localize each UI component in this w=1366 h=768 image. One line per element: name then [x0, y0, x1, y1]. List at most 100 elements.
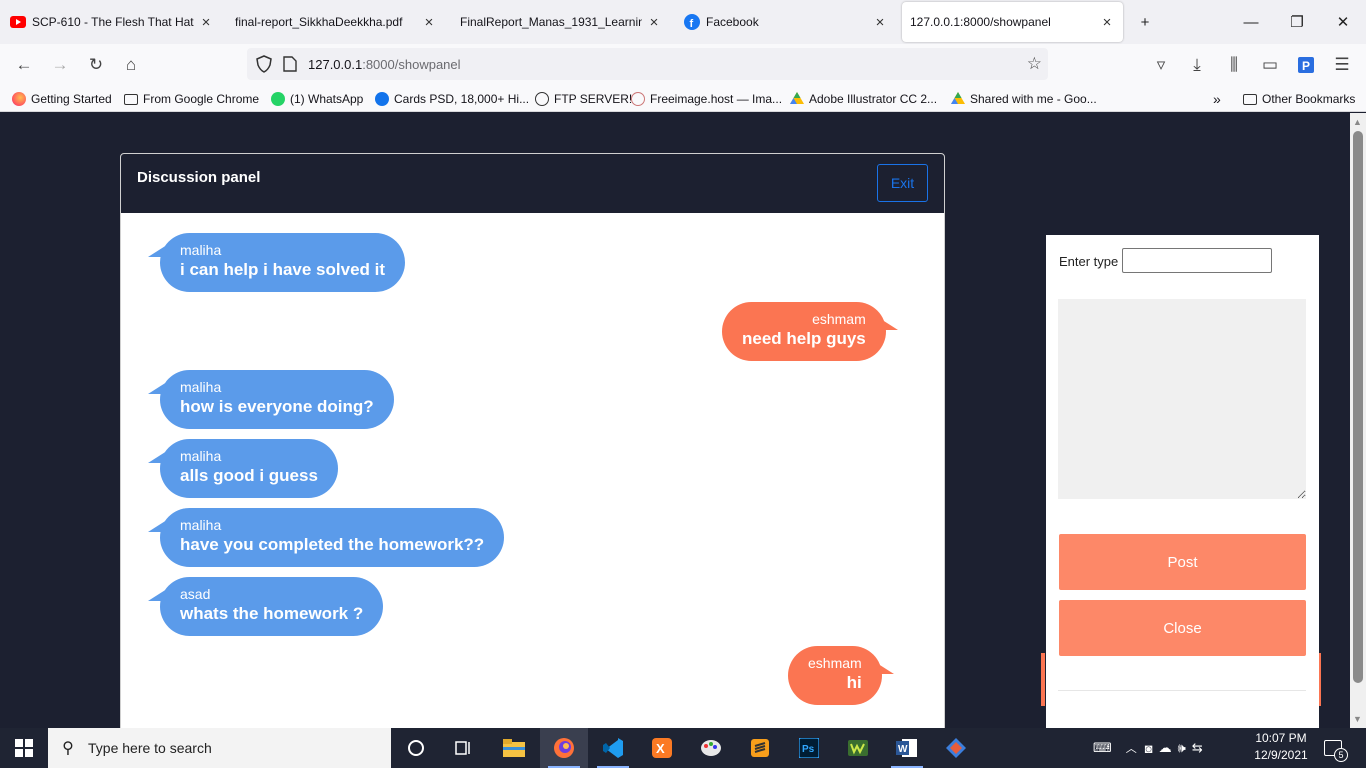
minimize-icon[interactable]: — [1228, 0, 1274, 44]
address-bar[interactable]: 127.0.0.1:8000/showpanel ☆ [247, 48, 1048, 80]
tab-title: SCP-610 - The Flesh That Hates [32, 15, 194, 29]
xampp-icon[interactable]: X [638, 728, 686, 768]
word-icon[interactable]: W [883, 728, 931, 768]
modal-edge-accent [1041, 653, 1045, 706]
reload-icon[interactable]: ↻ [82, 52, 110, 78]
system-clock[interactable]: 10:07 PM 12/9/2021 [1250, 730, 1312, 764]
more-bookmarks-chevron-icon[interactable]: » [1213, 90, 1221, 108]
freepik-icon [375, 92, 389, 106]
scroll-down-icon[interactable]: ▼ [1353, 714, 1362, 724]
language-icon[interactable]: ⇆ [1192, 740, 1203, 756]
photoshop-icon[interactable]: Ps [785, 728, 833, 768]
downloads-icon[interactable]: ⤓ [1183, 52, 1211, 78]
close-tab-icon[interactable]: × [198, 14, 214, 31]
task-view-icon[interactable] [440, 728, 488, 768]
sidebar-icon[interactable]: ▭ [1256, 52, 1284, 78]
close-window-icon[interactable]: ✕ [1320, 0, 1366, 44]
pocket-icon[interactable]: ▿ [1147, 52, 1175, 78]
close-tab-icon[interactable]: × [872, 14, 888, 31]
taskbar-search[interactable]: ⚲ Type here to search [48, 728, 391, 768]
svg-text:W: W [898, 744, 908, 755]
bookmark-star-icon[interactable]: ☆ [1027, 54, 1042, 74]
post-form-card: Enter type Post Close [1046, 235, 1319, 728]
message-textarea[interactable] [1058, 299, 1306, 499]
bookmarks-bar: Getting Started From Google Chrome (1) W… [0, 86, 1366, 112]
menu-icon[interactable]: ☰ [1328, 52, 1356, 78]
message-text: hi [846, 673, 862, 692]
type-input[interactable] [1122, 248, 1272, 273]
extension-icon[interactable]: P [1292, 52, 1320, 78]
folder-icon [124, 93, 138, 105]
close-tab-icon[interactable]: × [1099, 14, 1115, 31]
new-tab-icon[interactable]: + [1122, 0, 1168, 44]
post-button[interactable]: Post [1059, 534, 1306, 590]
system-tray: ⌨ ︿ ◙ ☁ 🕪 ⇆ [1093, 728, 1203, 768]
bookmark-whatsapp[interactable]: (1) WhatsApp [271, 90, 363, 108]
network-icon[interactable]: ☁ [1159, 740, 1172, 756]
volume-icon[interactable]: 🕪 [1178, 740, 1186, 756]
close-tab-icon[interactable]: × [646, 14, 662, 31]
tracking-shield-icon[interactable] [255, 55, 273, 73]
bookmark-label: FTP SERVER! [554, 92, 633, 106]
home-icon[interactable]: ⌂ [117, 52, 145, 78]
message-author: eshmam [808, 655, 862, 671]
firefox-taskbar-icon[interactable] [540, 728, 588, 768]
bookmark-shared-drive[interactable]: Shared with me - Goo... [951, 90, 1097, 108]
message-text: how is everyone doing? [180, 397, 374, 416]
scroll-up-icon[interactable]: ▲ [1353, 117, 1362, 127]
tab-pdf-manas[interactable]: FinalReport_Manas_1931_Learning_ × [450, 2, 670, 42]
globe-icon [535, 92, 549, 106]
chat-message: maliha alls good i guess [160, 439, 338, 498]
restore-icon[interactable]: ❐ [1274, 0, 1320, 44]
svg-text:P: P [1302, 59, 1310, 73]
paint-icon[interactable] [687, 728, 735, 768]
forward-icon[interactable]: → [46, 52, 74, 78]
close-button[interactable]: Close [1059, 600, 1306, 656]
tab-youtube[interactable]: SCP-610 - The Flesh That Hates × [2, 2, 222, 42]
meet-now-icon[interactable]: ◙ [1145, 741, 1153, 756]
tab-title: Facebook [706, 15, 759, 29]
divider [1058, 690, 1306, 691]
scrollbar-thumb[interactable] [1353, 131, 1363, 683]
message-text: alls good i guess [180, 466, 318, 485]
tab-facebook[interactable]: f Facebook × [676, 2, 896, 42]
bookmark-cards-psd[interactable]: Cards PSD, 18,000+ Hi... [375, 90, 529, 108]
git-icon[interactable] [932, 728, 980, 768]
message-author: asad [180, 586, 211, 602]
chat-message: maliha how is everyone doing? [160, 370, 394, 429]
drive-icon [951, 92, 965, 106]
notifications-button[interactable]: 5 [1324, 728, 1348, 768]
bookmark-freeimage[interactable]: Freeimage.host — Ima... [631, 90, 782, 108]
svg-text:f: f [690, 18, 694, 30]
windows-start-icon[interactable] [0, 728, 48, 768]
page-info-icon[interactable] [283, 56, 297, 72]
mysql-workbench-icon[interactable] [834, 728, 882, 768]
url-text[interactable]: 127.0.0.1:8000/showpanel [308, 57, 461, 72]
file-explorer-icon[interactable] [490, 728, 538, 768]
chat-message: eshmam hi [788, 646, 894, 705]
show-hidden-icons-chevron-icon[interactable]: ︿ [1126, 740, 1137, 756]
bookmark-ftp-server[interactable]: FTP SERVER! [535, 90, 632, 108]
bookmark-folder-chrome[interactable]: From Google Chrome [124, 90, 259, 108]
freeimage-icon [631, 92, 645, 106]
other-bookmarks[interactable]: Other Bookmarks [1243, 90, 1355, 108]
svg-text:Ps: Ps [802, 744, 815, 755]
bookmark-label: Cards PSD, 18,000+ Hi... [394, 92, 530, 106]
back-icon[interactable]: ← [10, 52, 38, 78]
tab-pdf-sikkha[interactable]: final-report_SikkhaDeekkha.pdf × [225, 2, 445, 42]
library-icon[interactable]: ⫼ [1220, 52, 1248, 78]
exit-button[interactable]: Exit [877, 164, 928, 202]
windows-taskbar: ⚲ Type here to search X Ps W ⌨ ︿ ◙ ☁ 🕪 ⇆… [0, 728, 1366, 768]
bookmark-getting-started[interactable]: Getting Started [12, 90, 112, 108]
sublime-text-icon[interactable] [736, 728, 784, 768]
tab-showpanel[interactable]: 127.0.0.1:8000/showpanel × [902, 2, 1123, 42]
bookmark-illustrator[interactable]: Adobe Illustrator CC 2... [790, 90, 937, 108]
keyboard-icon[interactable]: ⌨ [1093, 740, 1112, 756]
chat-message: asad whats the homework ? [160, 577, 384, 636]
vscode-icon[interactable] [589, 728, 637, 768]
close-tab-icon[interactable]: × [421, 14, 437, 31]
cortana-icon[interactable] [392, 728, 440, 768]
youtube-icon [10, 14, 26, 30]
tab-title: final-report_SikkhaDeekkha.pdf [235, 15, 403, 29]
page-scrollbar[interactable]: ▲ ▼ [1350, 113, 1366, 728]
